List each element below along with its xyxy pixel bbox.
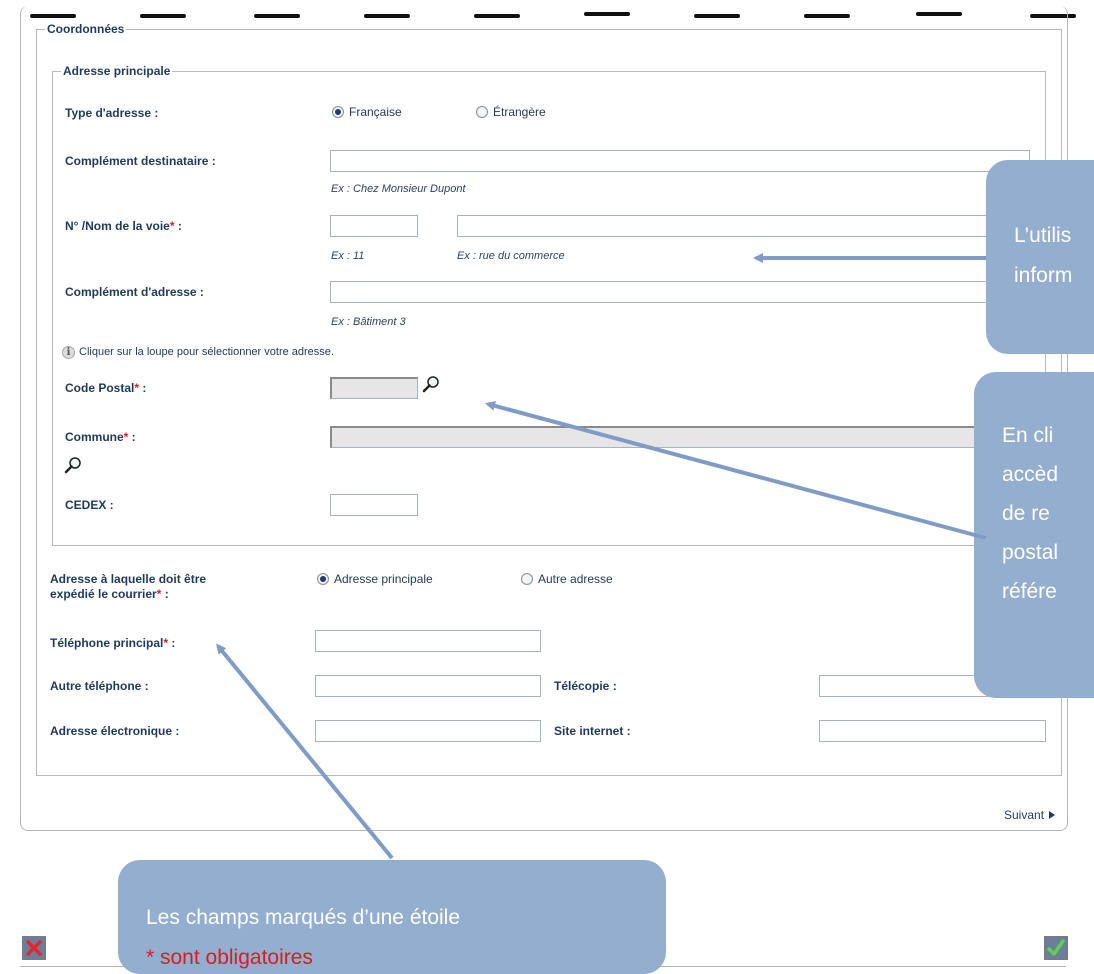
arrow-to-telephone <box>216 643 394 860</box>
annotation-arrows <box>216 253 987 860</box>
arrow-to-code-postal <box>485 400 987 540</box>
